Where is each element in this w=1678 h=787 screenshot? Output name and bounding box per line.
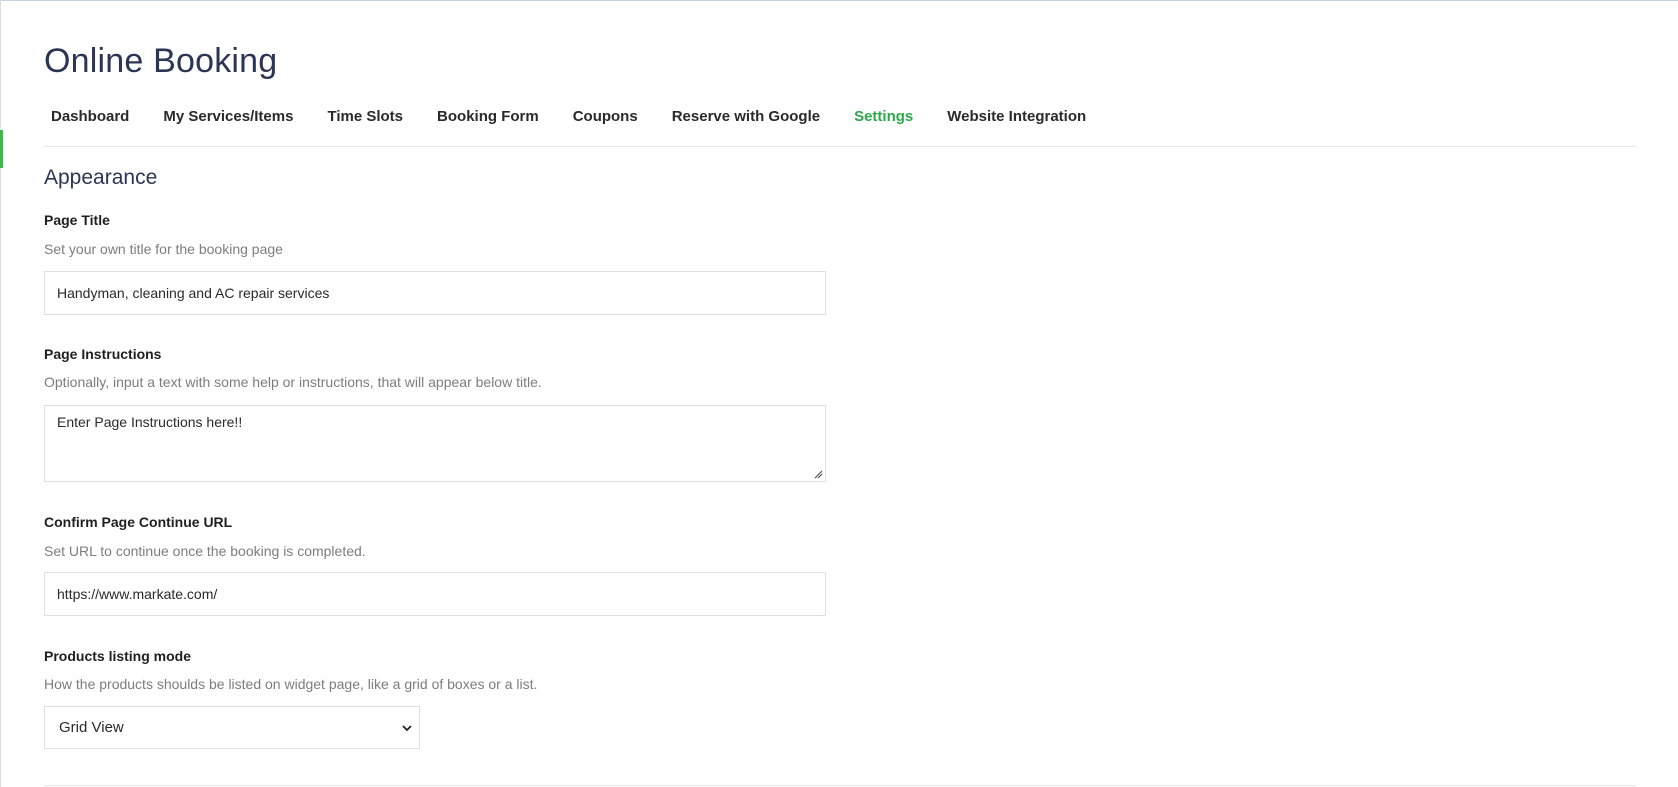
page-instructions-label: Page Instructions [44, 346, 162, 362]
tab-dashboard[interactable]: Dashboard [51, 108, 129, 125]
page-instructions-help: Optionally, input a text with some help … [44, 374, 542, 390]
page-title-input[interactable]: Handyman, cleaning and AC repair service… [44, 271, 826, 315]
bottom-divider [44, 785, 1636, 786]
tab-settings[interactable]: Settings [854, 108, 913, 125]
left-accent-indicator [0, 130, 3, 168]
tab-coupons[interactable]: Coupons [573, 108, 638, 125]
page-title-help: Set your own title for the booking page [44, 241, 283, 257]
top-border [0, 0, 1678, 1]
tab-booking-form[interactable]: Booking Form [437, 108, 539, 125]
page-title-label: Page Title [44, 212, 110, 228]
left-border [0, 0, 1, 787]
tab-website-integration[interactable]: Website Integration [947, 108, 1086, 125]
tabs-divider [44, 146, 1636, 147]
confirm-url-help: Set URL to continue once the booking is … [44, 543, 366, 559]
section-title-appearance: Appearance [44, 166, 158, 189]
confirm-url-input[interactable]: https://www.markate.com/ [44, 572, 826, 616]
listing-mode-help: How the products shoulds be listed on wi… [44, 676, 538, 692]
page-instructions-text: Enter Page Instructions here!! [57, 414, 243, 430]
resize-handle-icon[interactable] [813, 469, 823, 479]
listing-mode-selected-value: Grid View [59, 719, 124, 736]
confirm-url-label: Confirm Page Continue URL [44, 514, 233, 530]
listing-mode-label: Products listing mode [44, 648, 192, 664]
tab-my-services-items[interactable]: My Services/Items [163, 108, 293, 125]
tab-bar: Dashboard My Services/Items Time Slots B… [51, 108, 1120, 125]
page-title: Online Booking [44, 42, 278, 80]
page-instructions-textarea[interactable]: Enter Page Instructions here!! [44, 405, 826, 482]
tab-reserve-with-google[interactable]: Reserve with Google [672, 108, 820, 125]
chevron-down-icon [402, 725, 412, 732]
listing-mode-select[interactable]: Grid View [44, 706, 420, 749]
tab-time-slots[interactable]: Time Slots [327, 108, 403, 125]
